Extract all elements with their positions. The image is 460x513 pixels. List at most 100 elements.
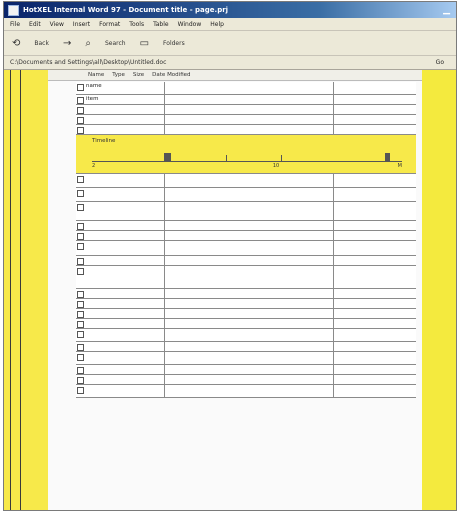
row-name-cell [84,241,165,255]
table-row[interactable] [76,174,416,188]
row-checkbox[interactable] [76,231,84,240]
window-title: HotXEL Internal Word 97 - Document title… [23,6,229,14]
table-row[interactable] [76,266,416,289]
row-checkbox[interactable] [76,352,84,364]
row-checkbox[interactable] [76,385,84,397]
search-label[interactable]: Search [105,40,126,47]
col-date[interactable]: Date Modified [152,72,190,78]
menu-format[interactable]: Format [99,21,120,28]
table-row[interactable] [76,365,416,375]
row-description-cell [165,375,334,384]
row-description-cell [165,231,334,240]
row-checkbox[interactable] [76,342,84,351]
table-row[interactable] [76,352,416,365]
table-row[interactable] [76,241,416,256]
app-icon [8,4,19,16]
table-row[interactable] [76,319,416,329]
row-name-cell [84,115,165,124]
col-type[interactable]: Type [112,72,125,78]
minimize-icon[interactable]: ▁ [443,5,450,15]
folders-label[interactable]: Folders [163,40,185,47]
row-checkbox[interactable] [76,221,84,230]
row-name-cell [84,352,165,364]
menu-table[interactable]: Table [153,21,169,28]
row-checkbox[interactable] [76,289,84,298]
menu-window[interactable]: Window [178,21,202,28]
row-checkbox[interactable] [76,266,84,288]
table-row[interactable] [76,231,416,241]
timeline-marker[interactable] [164,153,171,161]
row-checkbox[interactable] [76,202,84,220]
table-row[interactable] [76,125,416,135]
row-name-cell [84,105,165,114]
row-name-cell: item [84,95,165,104]
row-checkbox[interactable] [76,174,84,187]
row-checkbox[interactable] [76,365,84,374]
row-value-cell [334,221,416,230]
table-row[interactable] [76,289,416,299]
row-checkbox[interactable] [76,125,84,134]
row-checkbox[interactable] [76,375,84,384]
row-checkbox[interactable] [76,299,84,308]
menu-view[interactable]: View [50,21,64,28]
table-row[interactable] [76,256,416,266]
row-checkbox[interactable] [76,319,84,328]
row-checkbox[interactable] [76,82,84,94]
go-button[interactable]: Go [436,59,444,66]
table-row[interactable] [76,342,416,352]
table-row[interactable]: name [76,82,416,95]
col-size[interactable]: Size [133,72,144,78]
row-name-cell [84,202,165,220]
row-value-cell [334,365,416,374]
row-checkbox[interactable] [76,105,84,114]
row-value-cell [334,82,416,94]
col-name[interactable]: Name [88,72,104,78]
table-row[interactable] [76,188,416,202]
table-row[interactable] [76,115,416,125]
row-checkbox[interactable] [76,95,84,104]
row-checkbox[interactable] [76,241,84,255]
rail-divider [10,70,11,510]
table-row[interactable] [76,299,416,309]
row-description-cell [165,299,334,308]
table-row[interactable] [76,385,416,398]
folder-icon[interactable]: ▭ [140,38,149,49]
row-value-cell [334,241,416,255]
timeline-marker[interactable] [385,153,390,161]
row-value-cell [334,352,416,364]
row-value-cell [334,105,416,114]
table-row[interactable] [76,375,416,385]
menu-tools[interactable]: Tools [129,21,144,28]
row-description-cell [165,266,334,288]
search-icon[interactable]: ⌕ [85,38,91,49]
row-name-cell [84,231,165,240]
table-row[interactable]: item [76,95,416,105]
back-label[interactable]: Back [34,40,49,47]
forward-icon[interactable]: → [63,38,71,49]
row-checkbox[interactable] [76,329,84,341]
column-header: Name Type Size Date Modified [48,70,422,81]
menu-help[interactable]: Help [210,21,224,28]
row-name-cell [84,289,165,298]
row-checkbox[interactable] [76,115,84,124]
row-checkbox[interactable] [76,256,84,265]
row-name-cell [84,375,165,384]
row-checkbox[interactable] [76,188,84,201]
table-row[interactable] [76,221,416,231]
row-name-cell [84,188,165,201]
menu-file[interactable]: File [10,21,20,28]
row-value-cell [334,115,416,124]
table-row[interactable] [76,329,416,342]
menu-edit[interactable]: Edit [29,21,41,28]
timeline-label: 2 [92,163,96,169]
menu-insert[interactable]: Insert [73,21,90,28]
row-checkbox[interactable] [76,309,84,318]
table-row[interactable] [76,309,416,319]
address-input[interactable]: C:\Documents and Settings\all\Desktop\Un… [10,59,166,66]
title-bar[interactable]: HotXEL Internal Word 97 - Document title… [4,2,456,18]
row-value-cell [334,266,416,288]
back-icon[interactable]: ⟲ [12,38,20,49]
table-row[interactable] [76,202,416,221]
table-row[interactable] [76,105,416,115]
timeline-caption: Timeline [92,138,116,144]
